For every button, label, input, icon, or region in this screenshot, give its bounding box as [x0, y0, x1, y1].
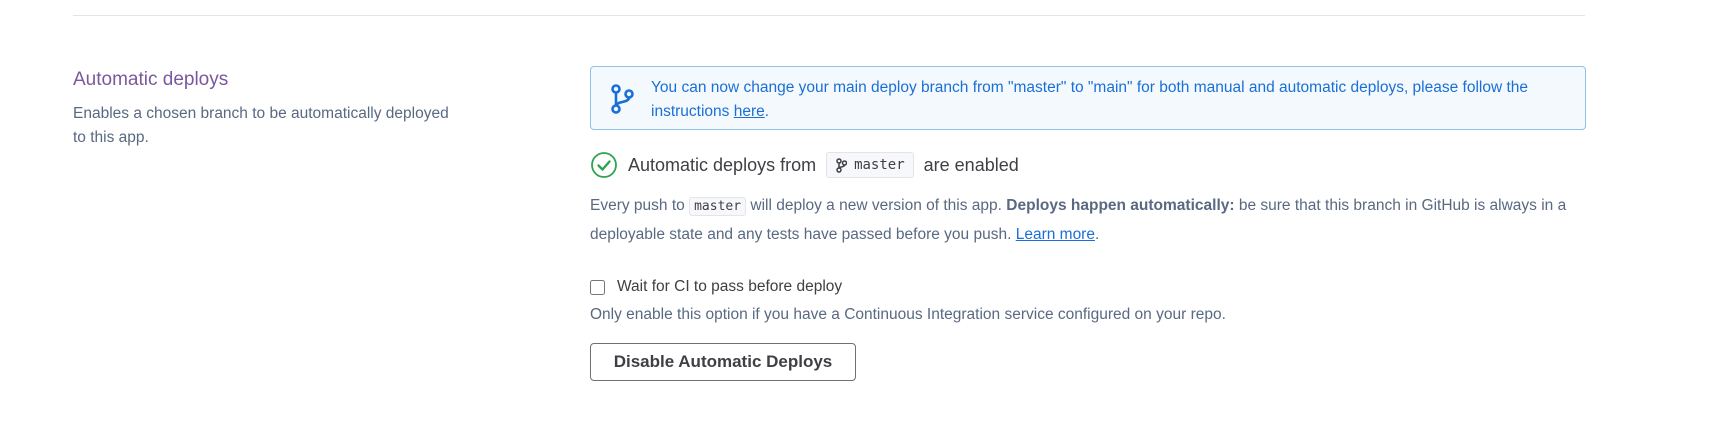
branch-badge: master: [826, 152, 914, 178]
notice-text: You can now change your main deploy bran…: [651, 76, 1565, 124]
section-divider: [73, 15, 1585, 16]
notice-period: .: [764, 103, 770, 120]
auto-deploy-status: Automatic deploys from master are enable…: [590, 150, 1586, 180]
push-text-part1: Every push to: [590, 197, 685, 214]
learn-more-link[interactable]: Learn more: [1016, 226, 1095, 243]
wait-for-ci-checkbox[interactable]: [590, 279, 605, 295]
notice-message: You can now change your main deploy bran…: [651, 79, 1529, 120]
section-title: Automatic deploys: [73, 69, 229, 90]
push-text-bold: Deploys happen automatically:: [1006, 197, 1235, 214]
section-description: Enables a chosen branch to be automatica…: [73, 105, 449, 146]
push-branch-code: master: [689, 197, 747, 216]
branch-icon: [836, 157, 848, 173]
status-prefix: Automatic deploys from: [628, 154, 817, 175]
push-description: Every push to master will deploy a new v…: [590, 192, 1570, 249]
disable-automatic-deploys-button[interactable]: Disable Automatic Deploys: [590, 343, 856, 381]
status-suffix: are enabled: [923, 154, 1019, 175]
wait-for-ci-option: Wait for CI to pass before deploy: [590, 275, 1586, 299]
push-text-part2: will deploy a new version of this app.: [750, 197, 1002, 214]
automatic-deploys-panel: You can now change your main deploy bran…: [590, 66, 1586, 381]
push-text-end: .: [1094, 226, 1100, 243]
wait-for-ci-help: Only enable this option if you have a Co…: [590, 306, 1226, 323]
section-header: Automatic deploys Enables a chosen branc…: [73, 68, 453, 150]
main-branch-notice: You can now change your main deploy bran…: [590, 66, 1586, 130]
git-branch-icon: [609, 83, 635, 115]
check-circle-icon: [590, 151, 618, 179]
wait-for-ci-label[interactable]: Wait for CI to pass before deploy: [617, 278, 842, 296]
instructions-link[interactable]: here: [734, 103, 765, 120]
branch-name: master: [854, 157, 905, 173]
